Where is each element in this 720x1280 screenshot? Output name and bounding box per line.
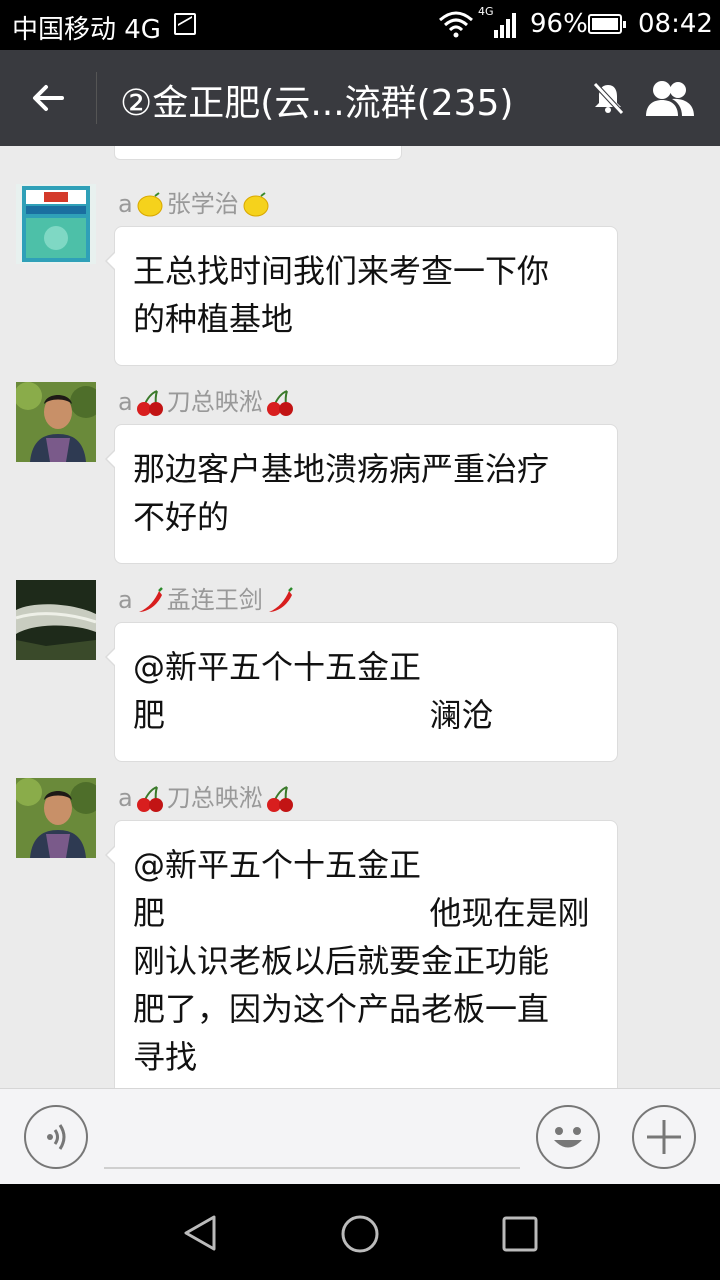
nav-back-icon[interactable]: [182, 1214, 218, 1252]
chat-message-list[interactable]: a 张学治 王总找时间我们来考查一下你 的种植基地 a 刀总映淞 那边客户基地溃疡病…: [0, 146, 720, 1090]
back-arrow-icon[interactable]: [28, 78, 68, 118]
message-line: 刚认识老板以后就要金正功能: [133, 942, 550, 980]
more-options-button[interactable]: [632, 1105, 696, 1169]
sender-label: 张学治: [166, 190, 239, 218]
sender-prefix: a: [118, 388, 133, 416]
message-line: 不好的: [133, 498, 230, 536]
previous-message-bubble: [114, 146, 402, 160]
bell-off-icon: [593, 82, 624, 115]
cherries-icon: [136, 786, 163, 812]
message-line: 肥 澜沧: [133, 696, 494, 734]
group-chat-title: ②金正肥(云...流群(235): [120, 83, 514, 124]
voice-input-button[interactable]: [24, 1105, 88, 1169]
person-photo-avatar-image: [16, 382, 96, 462]
nav-home-icon[interactable]: [340, 1214, 380, 1254]
voice-input-icon: [47, 1124, 66, 1150]
sender-prefix: a: [118, 586, 133, 614]
message-line: 王总找时间我们来考查一下你: [133, 252, 550, 290]
avatar[interactable]: [16, 580, 96, 660]
message-bubble[interactable]: 王总找时间我们来考查一下你 的种植基地: [105, 226, 618, 366]
battery-percent: 96%: [530, 9, 588, 39]
message-line: 那边客户基地溃疡病严重治疗: [133, 450, 550, 488]
sender-name: a 张学治: [118, 184, 273, 224]
lemon-icon: [137, 192, 163, 217]
sender-name: a 刀总映淞: [118, 382, 297, 422]
message-line: 肥了，因为这个产品老板一直: [133, 990, 550, 1028]
title-divider: [96, 72, 97, 124]
emoji-button[interactable]: [536, 1105, 600, 1169]
chili-pepper-icon: [268, 587, 293, 612]
sender-prefix: a: [118, 190, 133, 218]
network-type-label: 4G: [478, 5, 494, 18]
signal-icon: [494, 13, 516, 38]
chat-input-bar: [0, 1088, 720, 1184]
avatar[interactable]: [16, 382, 96, 462]
avatar[interactable]: [16, 778, 96, 858]
sender-label: 刀总映淞: [166, 388, 263, 416]
message-text-input[interactable]: [104, 1107, 520, 1169]
message-line: @新平五个十五金正: [133, 648, 422, 686]
person-photo-avatar-image: [16, 778, 96, 858]
nav-recent-apps-icon[interactable]: [502, 1216, 538, 1252]
plus-icon: [647, 1120, 681, 1154]
sender-label: 孟连王剑: [166, 586, 263, 614]
chat-title-bar: ②金正肥(云...流群(235): [0, 50, 720, 146]
smiley-icon: [554, 1127, 582, 1148]
sender-name: a 刀总映淞: [118, 778, 297, 818]
message-line: 的种植基地: [133, 300, 294, 338]
avatar[interactable]: [16, 184, 96, 264]
sender-label: 刀总映淞: [166, 784, 263, 812]
wifi-icon: [439, 11, 473, 38]
status-bar: 中国移动 4G 4G 96% 08:42: [0, 0, 720, 50]
image-notification-icon: [174, 13, 196, 35]
message-bubble[interactable]: @新平五个十五金正 肥 澜沧: [105, 622, 618, 762]
battery-icon: [588, 14, 626, 34]
cherries-icon: [266, 390, 293, 416]
message-line: @新平五个十五金正: [133, 846, 422, 884]
lemon-icon: [243, 192, 269, 217]
cherries-icon: [136, 390, 163, 416]
corn-photo-avatar-image: [16, 580, 96, 660]
sender-name: a 孟连王剑: [118, 580, 297, 620]
clock: 08:42: [638, 9, 713, 39]
cherries-icon: [266, 786, 293, 812]
message-bubble[interactable]: 那边客户基地溃疡病严重治疗 不好的: [105, 424, 618, 564]
group-members-icon[interactable]: [642, 78, 698, 118]
message-bubble[interactable]: @新平五个十五金正 肥 他现在是刚 刚认识老板以后就要金正功能 肥了，因为这个产…: [105, 820, 618, 1090]
system-navigation-bar: [0, 1184, 720, 1280]
carrier-label: 中国移动 4G: [12, 15, 161, 45]
product-package-avatar-image: [16, 184, 96, 264]
message-line: 肥 他现在是刚: [133, 894, 590, 932]
chili-pepper-icon: [138, 587, 163, 612]
message-line: 寻找: [133, 1038, 198, 1076]
sender-prefix: a: [118, 784, 133, 812]
